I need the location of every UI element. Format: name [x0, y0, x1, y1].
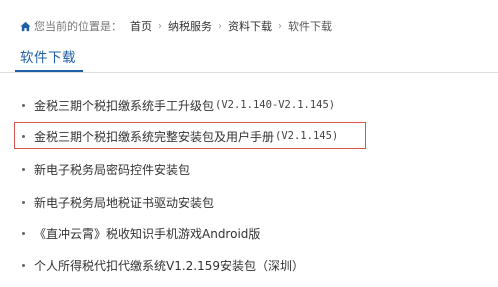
download-item[interactable]: 金税三期个税扣缴系统手工升级包 (V2.1.140-V2.1.145) — [22, 95, 335, 115]
download-item-title[interactable]: 个人所得税代扣代缴系统V1.2.159安装包（深圳） — [34, 257, 304, 274]
breadcrumb-link-home[interactable]: 首页 — [130, 18, 152, 34]
breadcrumb-separator: › — [278, 20, 282, 32]
download-item-title[interactable]: 新电子税务局密码控件安装包 — [34, 161, 190, 178]
section-title: 软件下载 — [20, 50, 76, 66]
bullet-icon — [22, 231, 25, 235]
download-item-title[interactable]: 金税三期个税扣缴系统手工升级包 — [34, 97, 214, 114]
home-icon[interactable] — [20, 21, 31, 32]
breadcrumb-separator: › — [158, 20, 162, 32]
breadcrumb: 您当前的位置是： 首页 › 纳税服务 › 资料下载 › 软件下载 — [20, 17, 332, 35]
breadcrumb-prefix: 您当前的位置是： — [34, 20, 122, 33]
download-item-title[interactable]: 《直冲云霄》税收知识手机游戏Android版 — [34, 225, 260, 242]
breadcrumb-link-downloads[interactable]: 资料下载 — [228, 18, 272, 34]
section-divider — [0, 72, 498, 73]
breadcrumb-separator: › — [218, 20, 222, 32]
download-item[interactable]: 新电子税务局密码控件安装包 — [22, 159, 190, 179]
bullet-icon — [22, 263, 25, 267]
download-item-title[interactable]: 新电子税务局地税证书驱动安装包 — [34, 194, 214, 211]
breadcrumb-link-tax-service[interactable]: 纳税服务 — [168, 18, 212, 34]
bullet-icon — [22, 103, 25, 107]
breadcrumb-current: 软件下载 — [288, 20, 332, 33]
download-item[interactable]: 个人所得税代扣代缴系统V1.2.159安装包（深圳） — [22, 255, 304, 275]
download-item[interactable]: 《直冲云霄》税收知识手机游戏Android版 — [22, 223, 260, 243]
download-item[interactable]: 新电子税务局地税证书驱动安装包 — [22, 192, 214, 212]
highlight-box — [14, 122, 366, 149]
download-item-version[interactable]: (V2.1.140-V2.1.145) — [215, 99, 335, 111]
bullet-icon — [22, 200, 25, 204]
bullet-icon — [22, 167, 25, 171]
